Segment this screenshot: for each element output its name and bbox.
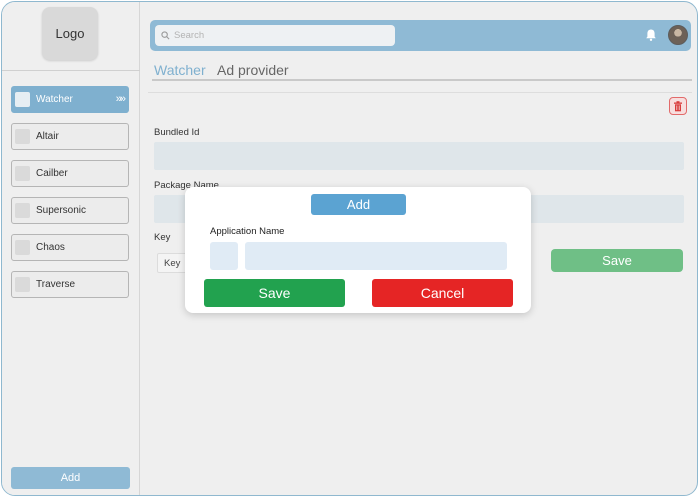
key-input[interactable]: Key	[157, 253, 187, 273]
trash-icon[interactable]	[669, 97, 687, 115]
sidebar-item-label: Altair	[36, 131, 59, 142]
sidebar: Logo Watcher »» Altair Cailber Supersoni…	[2, 2, 140, 495]
sidebar-item-chaos[interactable]: Chaos	[11, 234, 129, 261]
tab-watcher[interactable]: Watcher	[154, 62, 206, 78]
tab-ad-provider[interactable]: Ad provider	[217, 62, 289, 78]
sidebar-item-altair[interactable]: Altair	[11, 123, 129, 150]
avatar[interactable]	[668, 25, 688, 45]
sidebar-item-label: Chaos	[36, 242, 65, 253]
bell-icon[interactable]	[644, 28, 658, 42]
sidebar-item-label: Watcher	[36, 94, 73, 105]
sidebar-item-watcher[interactable]: Watcher »»	[11, 86, 129, 113]
sidebar-item-label: Traverse	[36, 279, 76, 290]
save-button[interactable]: Save	[551, 249, 683, 272]
search-icon	[161, 31, 170, 40]
sidebar-item-label: Supersonic	[36, 205, 87, 216]
checkbox-icon[interactable]	[15, 240, 30, 255]
search-box[interactable]	[155, 25, 395, 46]
modal-cancel-button[interactable]: Cancel	[372, 279, 513, 307]
sidebar-item-traverse[interactable]: Traverse	[11, 271, 129, 298]
checkbox-icon[interactable]	[15, 92, 30, 107]
checkbox-icon[interactable]	[15, 203, 30, 218]
double-chevron-right-icon: »»	[115, 93, 126, 105]
checkbox-icon[interactable]	[15, 129, 30, 144]
checkbox-icon[interactable]	[15, 277, 30, 292]
search-input[interactable]	[174, 30, 374, 41]
app-window: Logo Watcher »» Altair Cailber Supersoni…	[1, 1, 698, 496]
sidebar-item-cailber[interactable]: Cailber	[11, 160, 129, 187]
sidebar-divider	[2, 70, 140, 71]
bundled-id-input[interactable]	[154, 142, 684, 170]
modal-title: Add	[311, 194, 406, 215]
sidebar-item-supersonic[interactable]: Supersonic	[11, 197, 129, 224]
tabs-divider	[152, 79, 692, 81]
application-name-input[interactable]	[245, 242, 507, 270]
application-icon-slot[interactable]	[210, 242, 238, 270]
trash-glyph-icon	[674, 100, 682, 111]
modal-save-button[interactable]: Save	[204, 279, 345, 307]
application-name-label: Application Name	[210, 226, 285, 237]
checkbox-icon[interactable]	[15, 166, 30, 181]
add-application-modal: Add Application Name Save Cancel	[185, 187, 531, 313]
bundled-id-label: Bundled Id	[154, 127, 200, 138]
key-label: Key	[154, 232, 171, 243]
top-bar	[150, 20, 691, 51]
logo: Logo	[42, 7, 98, 60]
sidebar-item-label: Cailber	[36, 168, 68, 179]
sidebar-add-button[interactable]: Add	[11, 467, 130, 489]
